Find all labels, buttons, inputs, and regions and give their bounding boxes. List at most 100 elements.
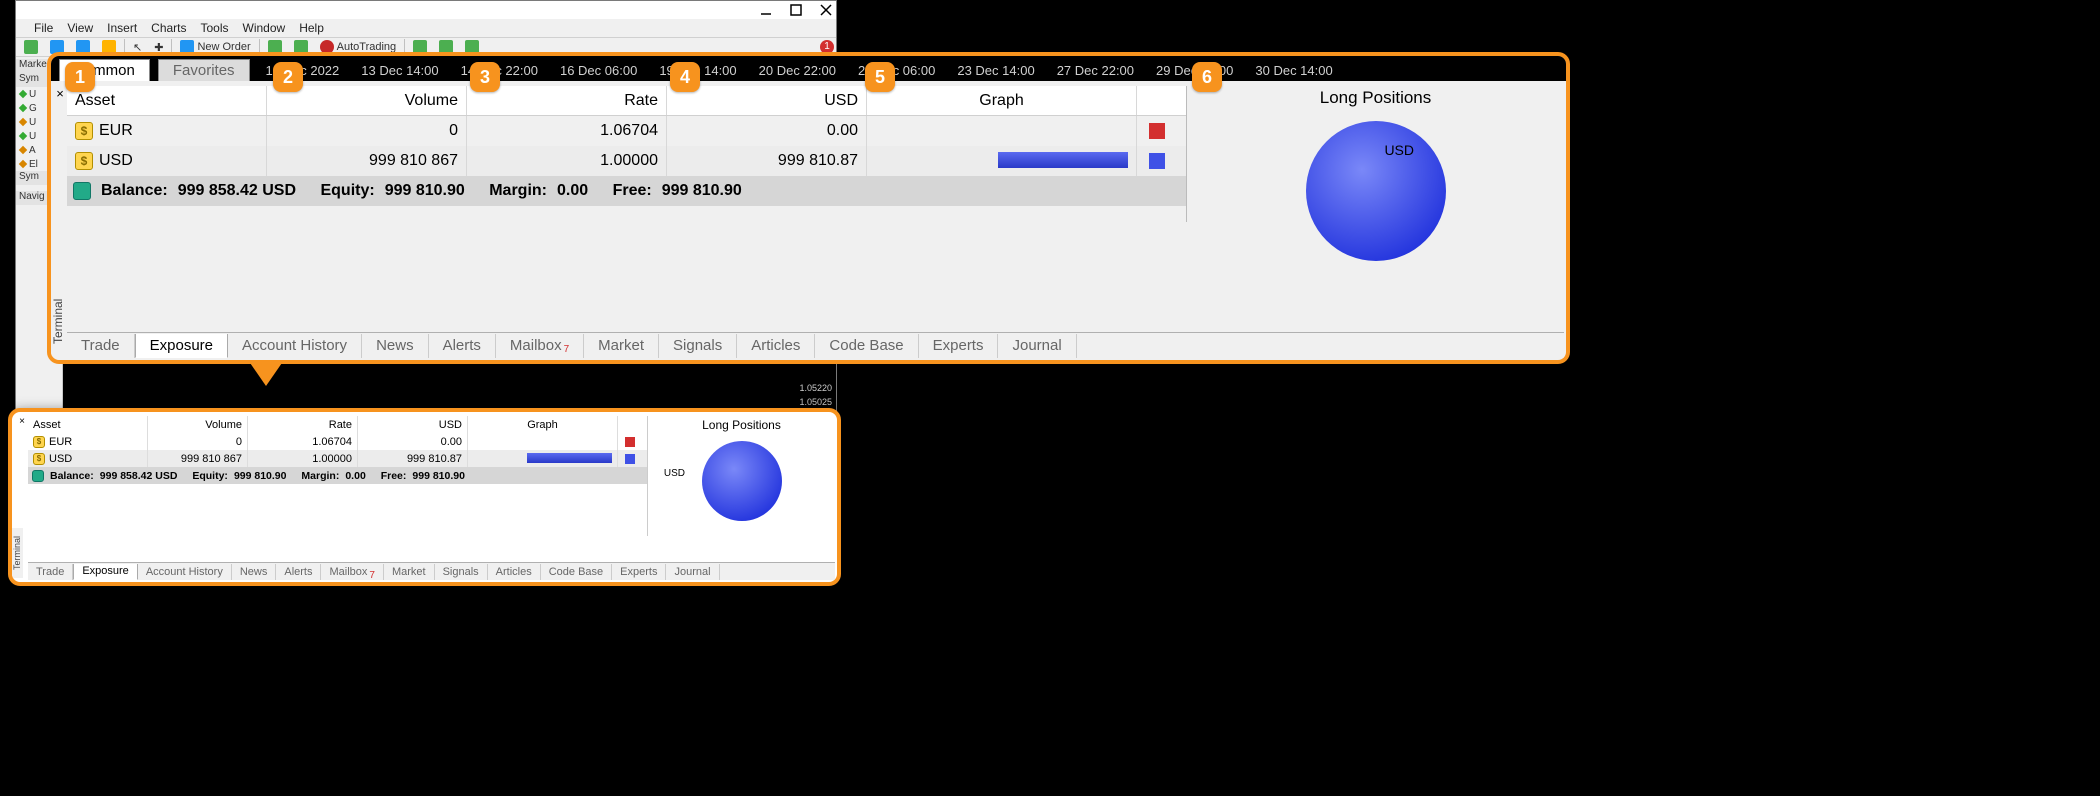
tab-mailbox[interactable]: Mailbox7 (496, 334, 584, 358)
tab-journal[interactable]: Journal (998, 334, 1076, 358)
tab-news[interactable]: News (232, 564, 277, 580)
exposure-thumbnail: × Asset Volume Rate USD Graph $EUR 0 1.0… (8, 408, 841, 586)
asset-name: USD (99, 152, 133, 170)
mailbox-badge: 7 (564, 344, 570, 355)
tab-articles[interactable]: Articles (737, 334, 815, 358)
menubar: File View Insert Charts Tools Window Hel… (16, 19, 836, 37)
menu-tools[interactable]: Tools (201, 21, 229, 35)
panel-close-icon[interactable]: × (15, 416, 29, 430)
tab-market[interactable]: Market (384, 564, 435, 580)
col-usd[interactable]: USD (667, 86, 867, 115)
tab-news[interactable]: News (362, 334, 429, 358)
pie-chart (697, 436, 787, 526)
callout-badge-5: 5 (865, 62, 895, 92)
tab-exposure[interactable]: Exposure (73, 564, 137, 580)
table-row[interactable]: $ USD 999 810 867 1.00000 999 810.87 (67, 146, 1186, 176)
col-rate[interactable]: Rate (248, 416, 358, 433)
tab-trade[interactable]: Trade (67, 334, 135, 358)
col-graph[interactable]: Graph (867, 86, 1137, 115)
col-rate[interactable]: Rate (467, 86, 667, 115)
briefcase-icon (32, 470, 44, 482)
callout-badge-2: 2 (273, 62, 303, 92)
swatch-icon (625, 437, 635, 447)
bar-icon (998, 152, 1128, 168)
currency-icon: $ (33, 453, 45, 465)
terminal-label: Terminal (11, 528, 23, 578)
callout-badge-3: 3 (470, 62, 500, 92)
briefcase-icon (73, 182, 91, 200)
tab-articles[interactable]: Articles (488, 564, 541, 580)
panel-close-icon[interactable]: × (53, 86, 67, 100)
up-icon (19, 90, 27, 98)
cell-usd: 999 810.87 (667, 146, 867, 176)
menu-help[interactable]: Help (299, 21, 324, 35)
grid-header: Asset Volume Rate USD Graph (67, 86, 1186, 116)
tab-alerts[interactable]: Alerts (429, 334, 496, 358)
currency-icon: $ (75, 152, 93, 170)
tab-code-base[interactable]: Code Base (815, 334, 918, 358)
menu-insert[interactable]: Insert (107, 21, 137, 35)
pie-slice-label: USD (664, 468, 685, 479)
up-icon (19, 132, 27, 140)
minimize-icon[interactable] (760, 4, 772, 16)
cell-usd: 0.00 (667, 116, 867, 146)
callout-badge-1: 1 (65, 62, 95, 92)
exposure-table: Asset Volume Rate USD Graph $EUR 0 1.067… (67, 86, 1564, 222)
pie-slice-label: USD (1384, 142, 1414, 158)
tab-signals[interactable]: Signals (659, 334, 737, 358)
cell-volume: 0 (267, 116, 467, 146)
col-usd[interactable]: USD (358, 416, 468, 433)
tab-code-base[interactable]: Code Base (541, 564, 612, 580)
table-row[interactable]: $EUR 0 1.06704 0.00 (67, 116, 1186, 146)
tab-market[interactable]: Market (584, 334, 659, 358)
cell-volume: 999 810 867 (267, 146, 467, 176)
close-icon[interactable] (820, 4, 832, 16)
swatch-icon (1149, 123, 1165, 139)
up-icon (19, 104, 27, 112)
maximize-icon[interactable] (790, 4, 802, 16)
toolbar-new-btn[interactable] (20, 38, 42, 56)
tab-exposure[interactable]: Exposure (135, 334, 228, 358)
col-asset[interactable]: Asset (28, 416, 148, 433)
tab-experts[interactable]: Experts (919, 334, 999, 358)
table-row[interactable]: $EUR 0 1.06704 0.00 (28, 433, 647, 450)
exposure-table: Asset Volume Rate USD Graph $EUR 0 1.067… (28, 416, 835, 536)
down-icon (19, 146, 27, 154)
col-graph[interactable]: Graph (468, 416, 618, 433)
pie-title: Long Positions (702, 418, 781, 432)
menu-view[interactable]: View (67, 21, 93, 35)
down-icon (19, 118, 27, 126)
currency-icon: $ (75, 122, 93, 140)
pie-area: Long Positions USD (1187, 86, 1564, 222)
col-asset[interactable]: Asset (67, 86, 267, 115)
tab-signals[interactable]: Signals (435, 564, 488, 580)
tab-account-history[interactable]: Account History (138, 564, 232, 580)
exposure-callout: Common Favorites 12 Dec 202213 Dec 14:00… (47, 52, 1570, 364)
tab-alerts[interactable]: Alerts (276, 564, 321, 580)
tab-favorites[interactable]: Favorites (158, 59, 250, 81)
titlebar (16, 1, 836, 19)
table-row[interactable]: $USD 999 810 867 1.00000 999 810.87 (28, 450, 647, 467)
tab-journal[interactable]: Journal (666, 564, 719, 580)
menu-window[interactable]: Window (243, 21, 286, 35)
col-volume[interactable]: Volume (148, 416, 248, 433)
callout-tail (248, 360, 284, 386)
pie-title: Long Positions (1320, 88, 1432, 108)
bar-icon (527, 453, 612, 463)
terminal-tabs: Trade Exposure Account History News Aler… (67, 332, 1564, 358)
cell-rate: 1.00000 (467, 146, 667, 176)
tab-experts[interactable]: Experts (612, 564, 666, 580)
callout-badge-4: 4 (670, 62, 700, 92)
terminal-label: Terminal (50, 286, 66, 356)
plus-icon (24, 40, 38, 54)
grid-header: Asset Volume Rate USD Graph (28, 416, 647, 433)
tab-trade[interactable]: Trade (28, 564, 73, 580)
menu-charts[interactable]: Charts (151, 21, 186, 35)
cell-graph (867, 116, 1137, 146)
price-label: 1.05220 (799, 383, 832, 393)
tab-mailbox[interactable]: Mailbox7 (321, 564, 383, 580)
tab-account-history[interactable]: Account History (228, 334, 362, 358)
callout-badge-6: 6 (1192, 62, 1222, 92)
down-icon (19, 160, 27, 168)
menu-file[interactable]: File (34, 21, 53, 35)
